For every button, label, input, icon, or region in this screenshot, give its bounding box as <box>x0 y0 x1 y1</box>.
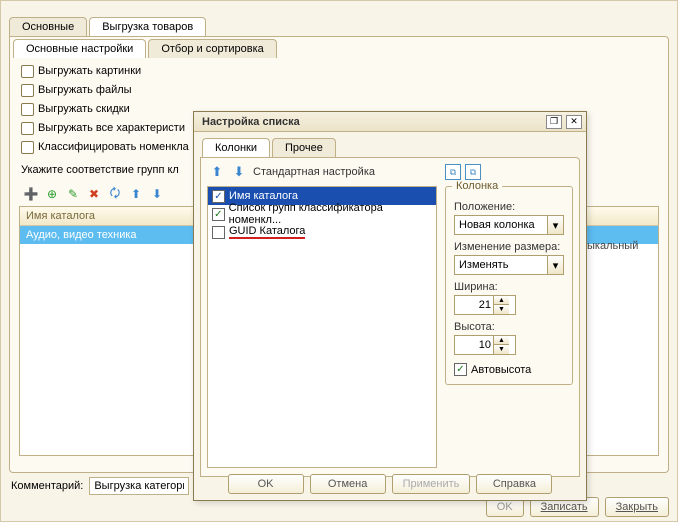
column-properties: ⧉ ⧉ Колонка Положение: Новая колонка ▾ И… <box>445 164 573 470</box>
main-window: Основные Выгрузка товаров Основные настр… <box>0 0 678 522</box>
resize-label: Изменение размера: <box>454 241 564 253</box>
group-title: Колонка <box>452 180 502 192</box>
dialog-body: ⬆ ⬇ Стандартная настройка Имя каталога С… <box>200 157 580 477</box>
comment-input[interactable] <box>89 477 189 495</box>
refresh-icon[interactable]: 🗘 <box>105 184 125 204</box>
top-tabs: Основные Выгрузка товаров <box>9 17 206 36</box>
lbl-files: Выгружать файлы <box>38 84 132 96</box>
dlg-ok-button[interactable]: OK <box>228 474 304 494</box>
subtab-settings[interactable]: Основные настройки <box>13 39 146 58</box>
move-down-icon[interactable]: ⬇ <box>231 164 247 180</box>
close-button[interactable]: Закрыть <box>605 497 669 517</box>
paste-icon[interactable]: ⧉ <box>465 164 481 180</box>
dlg-tab-other[interactable]: Прочее <box>272 138 336 157</box>
position-combo[interactable]: Новая колонка ▾ <box>454 215 564 235</box>
col-item-group-list[interactable]: Список групп классификатора номенкл... <box>208 205 436 223</box>
col-label-catalog-name: Имя каталога <box>229 190 298 202</box>
resize-value: Изменять <box>455 259 547 271</box>
height-label: Высота: <box>454 321 564 333</box>
col-label-guid: GUID Каталога <box>229 225 305 239</box>
column-group: Колонка Положение: Новая колонка ▾ Измен… <box>445 186 573 385</box>
dlg-tab-columns[interactable]: Колонки <box>202 138 270 157</box>
columns-list[interactable]: Имя каталога Список групп классификатора… <box>207 186 437 468</box>
sub-tabs: Основные настройки Отбор и сортировка <box>13 39 277 58</box>
dialog-title: Настройка списка <box>202 116 300 128</box>
tab-main[interactable]: Основные <box>9 17 87 36</box>
chk-files[interactable] <box>21 84 34 97</box>
spin-up-icon[interactable]: ▲ <box>494 336 509 345</box>
chk-discounts[interactable] <box>21 103 34 116</box>
lbl-discounts: Выгружать скидки <box>38 103 130 115</box>
col-chk-guid[interactable] <box>212 226 225 239</box>
standard-settings-link[interactable]: Стандартная настройка <box>253 166 375 178</box>
dlg-apply-button[interactable]: Применить <box>392 474 471 494</box>
copy-icon[interactable]: ⧉ <box>445 164 461 180</box>
close-icon[interactable]: ✕ <box>566 115 582 129</box>
dlg-cancel-button[interactable]: Отмена <box>310 474 386 494</box>
grid-toolbar: ➕ ⊕ ✎ ✖ 🗘 ⬆ ⬇ <box>21 184 167 204</box>
lbl-chars: Выгружать все характеристи <box>38 122 185 134</box>
dialog-buttons: OK Отмена Применить Справка <box>194 474 586 494</box>
edit-icon[interactable]: ✎ <box>63 184 83 204</box>
dialog-tabs: Колонки Прочее <box>202 138 586 157</box>
position-value: Новая колонка <box>455 219 547 231</box>
move-down-icon[interactable]: ⬇ <box>147 184 167 204</box>
col-label-group-list: Список групп классификатора номенкл... <box>229 202 432 226</box>
grid-extra-text: ыкальный <box>581 237 644 255</box>
autoheight-label: Автовысота <box>471 364 531 376</box>
dlg-help-button[interactable]: Справка <box>476 474 552 494</box>
chk-chars[interactable] <box>21 122 34 135</box>
col-chk-catalog-name[interactable] <box>212 190 225 203</box>
subtab-filter[interactable]: Отбор и сортировка <box>148 39 276 58</box>
chevron-down-icon[interactable]: ▾ <box>547 216 563 234</box>
chk-classify[interactable] <box>21 141 34 154</box>
tab-export[interactable]: Выгрузка товаров <box>89 17 206 36</box>
list-settings-dialog: Настройка списка ❐ ✕ Колонки Прочее ⬆ ⬇ … <box>193 111 587 501</box>
lbl-pictures: Выгружать картинки <box>38 65 141 77</box>
dialog-titlebar[interactable]: Настройка списка ❐ ✕ <box>194 112 586 132</box>
width-input[interactable] <box>455 299 493 311</box>
maximize-icon[interactable]: ❐ <box>546 115 562 129</box>
move-up-icon[interactable]: ⬆ <box>209 164 225 180</box>
hint-label: Укажите соответствие групп кл <box>21 164 179 176</box>
position-label: Положение: <box>454 201 564 213</box>
move-up-icon[interactable]: ⬆ <box>126 184 146 204</box>
options-list: Выгружать картинки Выгружать файлы Выгру… <box>21 63 189 155</box>
chevron-down-icon[interactable]: ▾ <box>547 256 563 274</box>
height-input[interactable] <box>455 339 493 351</box>
comment-label: Комментарий: <box>11 480 83 492</box>
spin-down-icon[interactable]: ▼ <box>494 305 509 314</box>
resize-combo[interactable]: Изменять ▾ <box>454 255 564 275</box>
add-icon[interactable]: ➕ <box>21 184 41 204</box>
lbl-classify: Классифицировать номенкла <box>38 141 189 153</box>
autoheight-row: Автовысота <box>454 363 564 376</box>
autoheight-checkbox[interactable] <box>454 363 467 376</box>
comment-row: Комментарий: <box>11 477 189 495</box>
height-spinner[interactable]: ▲▼ <box>454 335 516 355</box>
delete-icon[interactable]: ✖ <box>84 184 104 204</box>
add-copy-icon[interactable]: ⊕ <box>42 184 62 204</box>
width-label: Ширина: <box>454 281 564 293</box>
col-chk-group-list[interactable] <box>212 208 225 221</box>
dialog-toolbar: ⬆ ⬇ Стандартная настройка <box>209 164 375 180</box>
chk-pictures[interactable] <box>21 65 34 78</box>
spin-up-icon[interactable]: ▲ <box>494 296 509 305</box>
spin-down-icon[interactable]: ▼ <box>494 345 509 354</box>
width-spinner[interactable]: ▲▼ <box>454 295 516 315</box>
